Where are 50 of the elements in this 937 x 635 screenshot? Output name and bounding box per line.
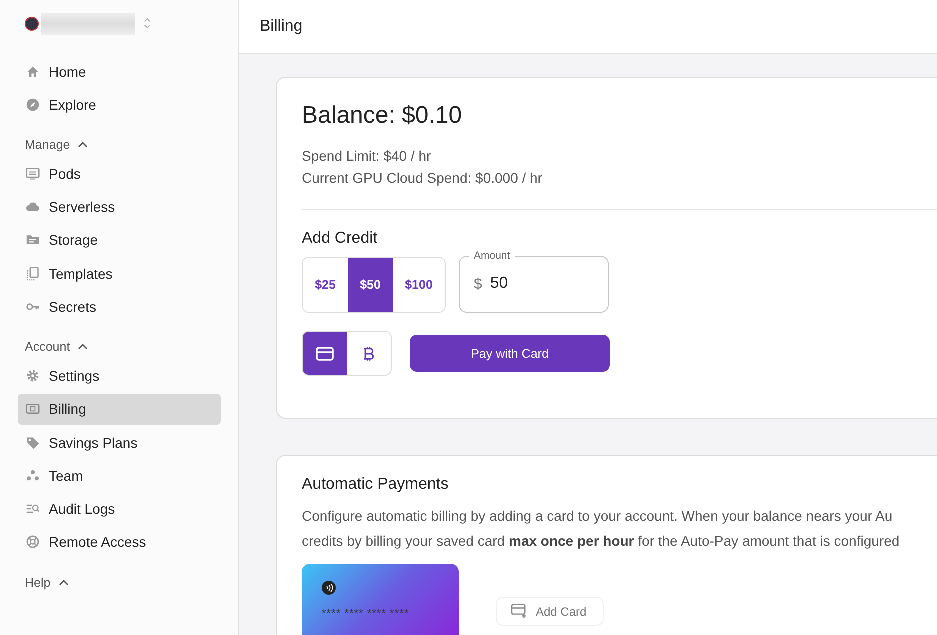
- section-title: Help: [25, 576, 51, 590]
- compass-icon: [26, 98, 40, 112]
- nav-item[interactable]: Explore: [18, 89, 221, 120]
- add-card-button[interactable]: Add Card: [496, 597, 604, 626]
- gear-icon: [26, 368, 40, 383]
- nav-item[interactable]: Settings: [18, 360, 221, 392]
- folder-icon: [26, 233, 40, 248]
- avatar[interactable]: [25, 16, 39, 30]
- monitor-icon: [26, 166, 40, 181]
- chevron-icon[interactable]: [78, 344, 88, 350]
- contactless-icon: [322, 581, 336, 595]
- credit-card-icon: [316, 346, 334, 360]
- add-credit-title: Add Credit: [302, 230, 379, 248]
- section-title: Manage: [25, 138, 70, 152]
- amount-input[interactable]: 50: [490, 275, 580, 293]
- card-plus-icon: [511, 604, 528, 619]
- money-icon: [26, 402, 40, 416]
- credit-card-method-button[interactable]: [303, 332, 347, 375]
- section-title: Account: [25, 340, 70, 354]
- template-icon: [26, 266, 40, 281]
- current-spend-text: Current GPU Cloud Spend: $0.000 / hr: [302, 169, 544, 188]
- bitcoin-icon: [363, 346, 375, 362]
- chevron-icon[interactable]: [78, 142, 88, 148]
- card-number-text: **** **** **** ****: [322, 608, 410, 620]
- nav-item[interactable]: Audit Logs: [18, 494, 221, 525]
- balance-text: Balance: $0.10: [302, 102, 464, 130]
- nav-item[interactable]: Pods: [18, 158, 221, 190]
- nav-item[interactable]: Remote Access: [18, 526, 221, 558]
- nav-item[interactable]: Storage: [18, 224, 221, 256]
- nav-item[interactable]: Serverless: [18, 192, 221, 223]
- cloud-icon: [26, 200, 40, 214]
- nav-item[interactable]: Team: [18, 460, 221, 492]
- nav-item[interactable]: Billing: [18, 394, 221, 425]
- nav-item[interactable]: Savings Plans: [18, 427, 221, 458]
- nav-item[interactable]: Home: [18, 56, 221, 87]
- lifebuoy-icon: [26, 535, 40, 550]
- automatic-payments-title: Automatic Payments: [302, 476, 450, 494]
- nav-item[interactable]: Secrets: [18, 291, 221, 322]
- page-title: Billing: [260, 18, 303, 36]
- description-text: credits by billing your saved card max once per hour for the Auto-Pay amount that is configured: [302, 532, 901, 551]
- team-icon: [26, 468, 40, 483]
- chevron-icon[interactable]: [58, 580, 69, 586]
- amount-option[interactable]: $50: [348, 258, 393, 312]
- pay-with-card-button[interactable]: Pay with Card: [410, 335, 610, 372]
- tag-icon: [26, 436, 40, 450]
- spend-limit-text: Spend Limit: $40 / hr: [302, 147, 432, 166]
- amount-field[interactable]: Amount $ 50: [459, 250, 609, 313]
- description-text: Configure automatic billing by adding a card to your account. When your balance nears your Au: [302, 507, 894, 526]
- home-icon: [26, 64, 40, 78]
- nav-item[interactable]: Templates: [18, 258, 221, 290]
